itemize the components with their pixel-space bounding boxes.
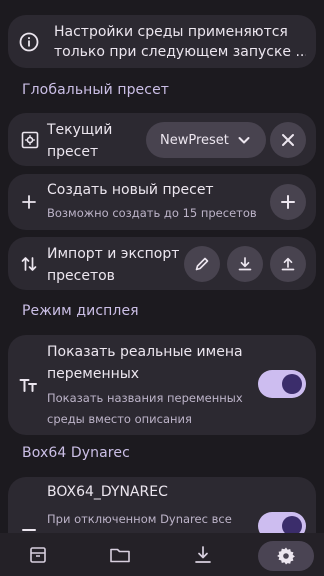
current-preset-row: Текущий пресет NewPreset: [8, 113, 316, 166]
current-preset-label-line1: Текущий: [47, 122, 113, 138]
nav-item-downloads[interactable]: [191, 545, 215, 569]
show-real-names-text: Показать реальные имена переменных Показ…: [47, 341, 247, 430]
swap-vertical-icon: [19, 254, 39, 274]
export-preset-button[interactable]: [270, 246, 306, 282]
import-export-line2: пресетов: [47, 268, 115, 284]
edit-preset-button[interactable]: [184, 246, 220, 282]
import-preset-button[interactable]: [227, 246, 263, 282]
chevron-down-icon: [236, 132, 252, 148]
info-line-2: только при следующем запуске ...: [54, 44, 306, 60]
preset-dropdown[interactable]: NewPreset: [146, 122, 266, 158]
settings-gear-icon: [276, 546, 296, 566]
box64-dynarec-subtitle: При отключенном Dynarec все: [47, 512, 232, 526]
section-title-display-mode: Режим дисплея: [22, 303, 139, 319]
section-title-global-preset: Глобальный пресет: [22, 82, 170, 98]
create-preset-row[interactable]: Создать новый пресет Возможно создать до…: [8, 174, 316, 230]
info-circle-icon: [18, 31, 40, 53]
show-real-names-toggle[interactable]: [258, 370, 306, 398]
download-icon: [193, 545, 213, 565]
create-preset-title: Создать новый пресет: [47, 182, 214, 198]
toggle-knob: [282, 374, 302, 394]
add-preset-button[interactable]: [270, 184, 306, 220]
show-real-names-title-1: Показать реальные имена: [47, 344, 243, 360]
show-real-names-row[interactable]: Показать реальные имена переменных Показ…: [8, 335, 316, 435]
nav-item-containers[interactable]: [26, 545, 50, 569]
bottom-navigation: [0, 533, 324, 576]
current-preset-label-line2: пресет: [47, 144, 99, 160]
import-export-label: Импорт и экспорт пресетов: [47, 243, 179, 287]
import-export-line1: Импорт и экспорт: [47, 246, 180, 262]
create-preset-subtitle: Возможно создать до 15 пресетов: [47, 206, 257, 220]
archive-icon: [28, 545, 48, 565]
import-export-row: Импорт и экспорт пресетов: [8, 237, 316, 290]
preset-dropdown-value: NewPreset: [160, 132, 229, 148]
show-real-names-title-2: переменных: [47, 366, 140, 382]
show-real-names-subtitle-2: среды вместо описания: [47, 412, 192, 426]
info-line-1: Настройки среды применяются: [54, 24, 288, 40]
text-size-icon: [18, 374, 40, 396]
plus-icon: [280, 194, 296, 210]
pencil-icon: [194, 256, 210, 272]
nav-item-settings[interactable]: [258, 541, 314, 571]
delete-preset-button[interactable]: [270, 122, 306, 158]
folder-icon: [109, 545, 131, 565]
plus-icon: [20, 193, 38, 211]
info-banner: Настройки среды применяются только при с…: [8, 15, 316, 68]
box64-dynarec-title: BOX64_DYNAREC: [47, 484, 168, 500]
close-icon: [281, 133, 295, 147]
nav-item-files[interactable]: [108, 545, 132, 569]
upload-icon: [280, 256, 296, 272]
settings-screen: Настройки среды применяются только при с…: [0, 0, 324, 576]
section-title-box64-dynarec: Box64 Dynarec: [22, 445, 130, 461]
settings-box-icon: [20, 130, 40, 150]
download-icon: [237, 256, 253, 272]
box64-dynarec-text: BOX64_DYNAREC При отключенном Dynarec вс…: [47, 481, 247, 529]
info-message: Настройки среды применяются только при с…: [54, 22, 306, 62]
show-real-names-subtitle-1: Показать названия переменных: [47, 391, 243, 405]
current-preset-label: Текущий пресет: [47, 119, 112, 163]
